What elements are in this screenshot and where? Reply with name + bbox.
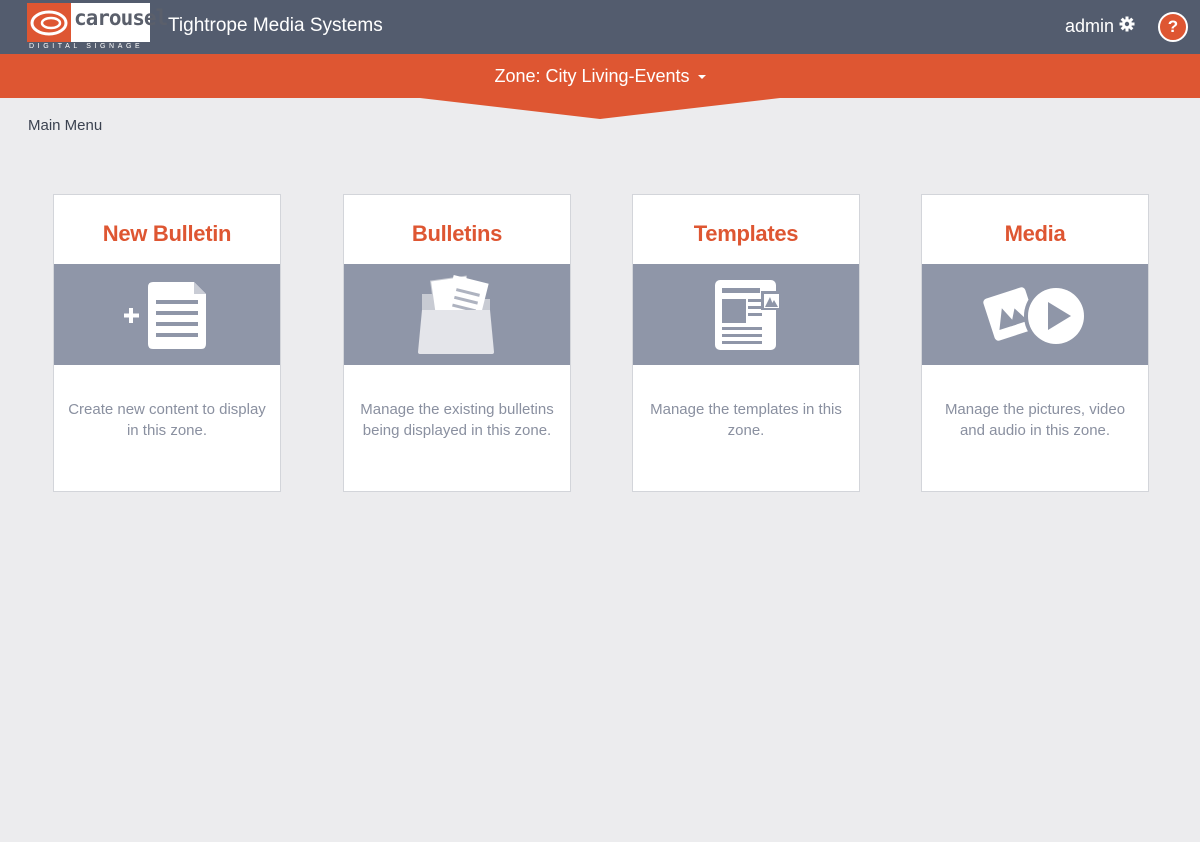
gear-icon[interactable] [1119,16,1135,37]
card-bulletins[interactable]: Bulletins Manage the existing bulletins … [343,194,571,492]
organization-name: Tightrope Media Systems [168,15,383,36]
card-new-bulletin[interactable]: New Bulletin Create new content to displ… [53,194,281,492]
card-description: Create new content to display in this zo… [68,401,266,439]
card-icon-band [633,264,859,365]
card-description: Manage the existing bulletins being disp… [360,401,554,439]
template-icon [715,280,781,350]
logo-swirl-icon [27,3,71,42]
top-navigation-bar: carousel DIGITAL SIGNAGE Tightrope Media… [0,0,1200,54]
card-templates[interactable]: Templates Manage the templates in this z… [632,194,860,492]
logo-wordmark: carousel [74,6,168,30]
caret-down-icon [697,75,706,80]
media-icon [983,284,1088,348]
zone-name: Zone: City Living-Events [494,66,690,86]
card-title: Media [1004,221,1066,246]
zone-selector-bar: Zone: City Living-Events [0,54,1200,119]
logo-tagline: DIGITAL SIGNAGE [29,43,144,50]
folder-icon [418,275,494,354]
new-bulletin-icon [124,282,206,349]
card-title: Bulletins [411,221,503,246]
carousel-logo[interactable]: carousel DIGITAL SIGNAGE [27,3,168,52]
user-menu[interactable]: admin [1065,16,1135,37]
card-icon-band [922,264,1148,365]
card-description: Manage the pictures, video and audio in … [944,401,1126,439]
username-label: admin [1064,16,1114,36]
card-media[interactable]: Media Manage the pictures, video and aud… [921,194,1149,492]
card-icon-band [344,264,570,365]
card-icon-band [54,264,280,365]
help-button[interactable]: ? [1158,12,1188,42]
zone-dropdown[interactable]: Zone: City Living-Events [0,66,1200,87]
card-title: Templates [693,221,799,246]
breadcrumb: Main Menu [28,117,103,134]
card-description: Manage the templates in this zone. [650,401,842,439]
card-title: New Bulletin [102,221,232,246]
